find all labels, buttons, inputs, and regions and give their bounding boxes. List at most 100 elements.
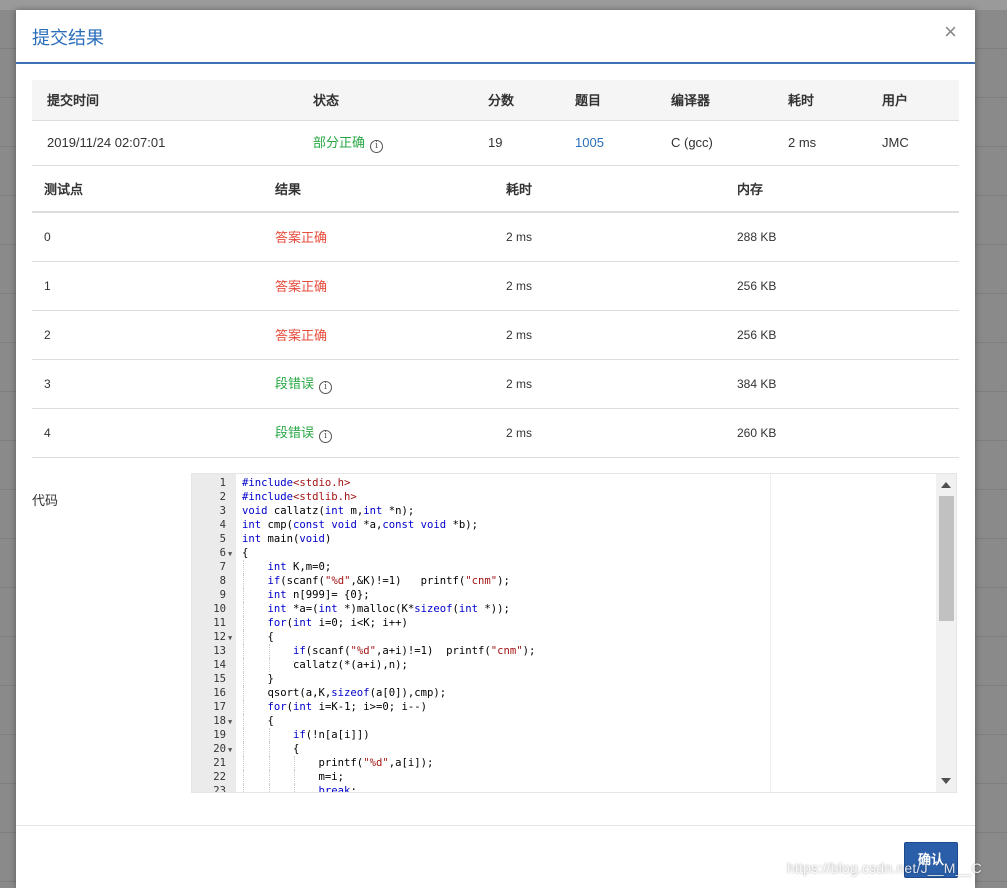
user: JMC <box>867 120 959 166</box>
line-number: 6 <box>219 547 226 559</box>
code-line: 2 #include<stdlib.h> <box>192 490 937 504</box>
code-text: qsort(a,K,sizeof(a[0]),cmp); <box>242 687 447 699</box>
line-number: 22 <box>213 771 226 783</box>
header-case-id: 测试点 <box>32 165 263 213</box>
fold-arrow-icon[interactable]: ▼ <box>228 715 232 729</box>
case-time: 2 ms <box>494 261 725 311</box>
line-number: 8 <box>219 575 226 587</box>
modal-footer-divider <box>16 825 975 826</box>
table-row: 1 答案正确 2 ms 256 KB <box>32 261 959 311</box>
line-number: 11 <box>213 617 226 629</box>
code-text: for(int i=0; i<K; i++) <box>267 617 408 629</box>
line-number: 2 <box>219 491 226 503</box>
line-number: 13 <box>213 645 226 657</box>
code-text: } <box>242 673 274 685</box>
code-editor[interactable]: 1 #include<stdio.h> 2 #include<stdlib.h> 3 vo… <box>191 473 957 793</box>
code-line: 1 #include<stdio.h> <box>192 476 937 490</box>
code-text: { <box>242 743 300 755</box>
code-line: 9 int n[999]= {0}; <box>192 588 937 602</box>
editor-scrollbar[interactable] <box>936 474 956 792</box>
case-result-cell: 段错误 i <box>263 408 494 458</box>
code-text: printf("%d",a[i]); <box>242 757 434 769</box>
info-icon[interactable]: i <box>319 381 333 394</box>
case-memory: 384 KB <box>725 359 959 409</box>
code-text: #include<stdlib.h> <box>242 491 357 503</box>
header-submit-time: 提交时间 <box>32 80 298 121</box>
code-line: 4 int cmp(const void *a,const void *b); <box>192 518 937 532</box>
line-number: 14 <box>213 659 226 671</box>
line-number: 5 <box>219 533 226 545</box>
code-line: 19 if(!n[a[i]]) <box>192 728 937 742</box>
case-memory: 256 KB <box>725 261 959 311</box>
line-number: 19 <box>213 729 226 741</box>
case-time: 2 ms <box>494 408 725 458</box>
line-number: 16 <box>213 687 226 699</box>
header-compiler: 编译器 <box>656 80 773 121</box>
summary-row: 2019/11/24 02:07:01 部分正确 i 19 1005 C (gcc… <box>32 120 959 166</box>
code-line: 13 if(scanf("%d",a+i)!=1) printf("cnm"); <box>192 644 937 658</box>
line-number: 7 <box>219 561 226 573</box>
case-result-cell: 答案正确 <box>263 310 494 360</box>
code-line: 3 void callatz(int m,int *n); <box>192 504 937 518</box>
case-time: 2 ms <box>494 310 725 360</box>
header-memory: 内存 <box>725 165 959 213</box>
scroll-up-icon[interactable] <box>941 482 951 488</box>
line-number: 4 <box>219 519 226 531</box>
info-icon[interactable]: i <box>319 430 333 443</box>
line-number: 3 <box>219 505 226 517</box>
case-memory: 256 KB <box>725 310 959 360</box>
code-text: break; <box>318 785 357 793</box>
code-text: int main(void) <box>242 533 332 545</box>
info-icon[interactable]: i <box>370 140 384 153</box>
case-memory: 260 KB <box>725 408 959 458</box>
code-line: 12 ▼ { <box>192 630 937 644</box>
case-result-cell: 答案正确 <box>263 212 494 262</box>
code-line: 22 m=i; <box>192 770 937 784</box>
summary-table: 提交时间 状态 分数 题目 编译器 耗时 用户 2019/11/24 02:07… <box>32 80 959 166</box>
line-number: 1 <box>219 477 226 489</box>
fold-arrow-icon[interactable]: ▼ <box>228 743 232 757</box>
case-result: 答案正确 <box>275 230 328 246</box>
case-id: 0 <box>32 212 263 262</box>
problem-link[interactable]: 1005 <box>575 135 604 150</box>
status-cell: 部分正确 i <box>298 120 473 166</box>
header-time: 耗时 <box>494 165 725 213</box>
code-text: int K,m=0; <box>267 561 332 573</box>
case-result-cell: 答案正确 <box>263 261 494 311</box>
line-number: 17 <box>213 701 226 713</box>
compiler: C (gcc) <box>656 120 773 166</box>
code-text: int cmp(const void *a,const void *b); <box>242 519 479 531</box>
watermark: https://blog.csdn.net/J__M__C <box>787 860 982 876</box>
scrollbar-thumb[interactable] <box>939 496 954 621</box>
scroll-down-icon[interactable] <box>941 778 951 784</box>
status-label: 部分正确 <box>313 135 366 150</box>
code-line: 11 for(int i=0; i<K; i++) <box>192 616 937 630</box>
header-problem: 题目 <box>560 80 656 121</box>
code-line: 16 qsort(a,K,sizeof(a[0]),cmp); <box>192 686 937 700</box>
case-result-cell: 段错误 i <box>263 359 494 409</box>
case-id: 2 <box>32 310 263 360</box>
cases-header-row: 测试点 结果 耗时 内存 <box>32 165 959 213</box>
summary-header-row: 提交时间 状态 分数 题目 编译器 耗时 用户 <box>32 80 959 121</box>
modal-header: 提交结果 × <box>16 10 975 64</box>
close-icon[interactable]: × <box>944 21 957 43</box>
line-number: 12 <box>213 631 226 643</box>
table-row: 2 答案正确 2 ms 256 KB <box>32 310 959 360</box>
score: 19 <box>473 120 560 166</box>
header-status: 状态 <box>298 80 473 121</box>
code-line: 18 ▼ { <box>192 714 937 728</box>
code-text: if(scanf("%d",&K)!=1) printf("cnm"); <box>267 575 510 587</box>
case-memory: 288 KB <box>725 212 959 262</box>
code-text: int n[999]= {0}; <box>267 589 370 601</box>
test-case-table: 测试点 结果 耗时 内存 0 答案正确 2 ms 288 KB 1 答案正确 2… <box>32 165 959 458</box>
case-result: 答案正确 <box>275 279 328 294</box>
code-text: if(!n[a[i]]) <box>293 729 370 741</box>
table-row: 0 答案正确 2 ms 288 KB <box>32 212 959 262</box>
code-text: void callatz(int m,int *n); <box>242 505 415 517</box>
code-area[interactable]: 1 #include<stdio.h> 2 #include<stdlib.h> 3 vo… <box>192 476 937 793</box>
fold-arrow-icon[interactable]: ▼ <box>228 631 232 645</box>
header-score: 分数 <box>473 80 560 121</box>
fold-arrow-icon[interactable]: ▼ <box>228 547 232 561</box>
browser-bookmark-bar <box>0 0 1007 10</box>
table-row: 3 段错误 i 2 ms 384 KB <box>32 359 959 409</box>
